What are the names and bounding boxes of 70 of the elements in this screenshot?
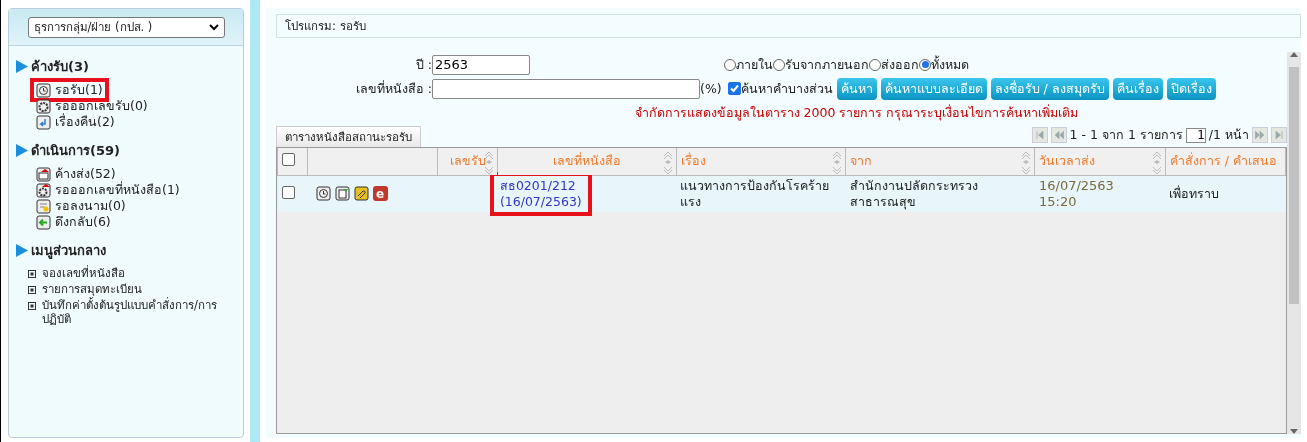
- section-title[interactable]: ดำเนินการ(59): [31, 140, 120, 161]
- pull-back-icon: [36, 214, 51, 230]
- row-checkbox[interactable]: [281, 185, 295, 199]
- page-field[interactable]: 1: [1185, 127, 1206, 143]
- table-cell-text: เพื่อทราบ: [1169, 185, 1221, 202]
- expand-triangle-icon: [16, 144, 28, 157]
- sidebar-item[interactable]: รอรับ(1): [34, 82, 105, 98]
- record-count: 1 - 1 จาก 1 รายการ: [1069, 126, 1183, 144]
- e-document-badge: e: [372, 186, 388, 201]
- sort-icon[interactable]: [484, 150, 495, 174]
- first-page-button[interactable]: [1031, 127, 1048, 143]
- gear-icon: [36, 98, 51, 114]
- last-page-button[interactable]: [1271, 127, 1287, 143]
- scope-radio[interactable]: รับจากภายนอก: [773, 54, 869, 75]
- last-page-icon: [1273, 129, 1285, 141]
- scroll-up-icon: [1290, 52, 1298, 57]
- next-page-button[interactable]: [1252, 127, 1268, 143]
- section-title[interactable]: เมนูส่วนกลาง: [31, 240, 106, 261]
- table-tab[interactable]: ตารางหนังสือสถานะรอรับ: [276, 126, 421, 147]
- sort-icon[interactable]: [1151, 150, 1162, 174]
- partial-search-checkbox[interactable]: ค้นหาคำบางส่วน: [727, 78, 833, 99]
- sort-icon[interactable]: [662, 150, 673, 174]
- scroll-down-icon: [1290, 429, 1298, 434]
- page-title: โปรแกรม: รอรับ: [276, 14, 1301, 38]
- first-page-icon: [1033, 129, 1046, 141]
- clock-icon: [315, 186, 331, 201]
- splitter-bar[interactable]: [250, 0, 260, 442]
- checkmark-icon: [729, 84, 739, 93]
- wildcard-hint: (%): [700, 81, 722, 96]
- document-icon: [334, 186, 350, 201]
- sign-icon: [36, 198, 51, 214]
- rewind-icon: [1052, 129, 1065, 141]
- bullet-icon: [28, 270, 36, 278]
- gear-send-icon: [36, 182, 51, 198]
- table-cell-text: 16/07/2563 15:20: [1038, 177, 1115, 210]
- sidebar-item[interactable]: เรื่องคืน(2): [34, 114, 117, 130]
- scope-radio[interactable]: ภายใน: [724, 54, 773, 75]
- scope-radio[interactable]: ส่งออก: [869, 54, 919, 75]
- year-field[interactable]: 2563: [432, 54, 530, 75]
- section-title[interactable]: ค้างรับ(3): [31, 56, 89, 77]
- sidebar-item[interactable]: รอออกเลขรับ(0): [34, 98, 150, 114]
- menu-link[interactable]: จองเลขที่หนังสือ: [42, 266, 125, 280]
- bullet-icon: [28, 286, 36, 294]
- scope-radio[interactable]: ทั้งหมด: [919, 54, 969, 75]
- previous-page-button[interactable]: [1050, 127, 1067, 143]
- sidebar-item[interactable]: รอออกเลขที่หนังสือ(1): [34, 182, 182, 198]
- scrollbar[interactable]: [1287, 52, 1301, 434]
- group-dropdown[interactable]: ธุรการกลุ่ม/ฝ่าย (กปส. ): [27, 16, 225, 38]
- clock-icon: [36, 82, 51, 98]
- page-total: /1 หน้า: [1208, 126, 1249, 144]
- sort-icon[interactable]: [1021, 150, 1032, 174]
- paperclip-icon: [353, 186, 369, 201]
- expand-triangle-icon: [16, 244, 28, 257]
- menu-link[interactable]: รายการสมุดทะเบียน: [42, 282, 142, 296]
- chevron-down-icon: [208, 23, 219, 31]
- fast-forward-icon: [1254, 129, 1266, 141]
- table-cell-text: สำนักงานปลัดกระทรวงสาธารณสุข: [849, 177, 979, 210]
- sidebar-item[interactable]: ดึงกลับ(6): [34, 214, 113, 230]
- sort-icon[interactable]: [832, 150, 843, 174]
- sidebar-item[interactable]: ค้างส่ง(52): [34, 166, 118, 182]
- document-number-label: เลขที่หนังสือ :: [354, 79, 432, 98]
- send-icon: [36, 166, 51, 182]
- select-all-checkbox[interactable]: [282, 153, 295, 167]
- sidebar-item[interactable]: รอลงนาม(0): [34, 198, 128, 214]
- year-label: ปี :: [414, 55, 432, 74]
- bullet-icon: [28, 302, 36, 310]
- expand-triangle-icon: [16, 60, 28, 73]
- table-cell-text: แนวทางการป้องกันโรคร้ายแรง: [680, 177, 831, 210]
- limit-warning: จำกัดการแสดงข้อมูลในตาราง 2000 รายการ กรุณาระบุเงื่อนไขการค้นหาเพิ่มเติม: [633, 103, 1080, 123]
- document-number-field[interactable]: [432, 78, 700, 99]
